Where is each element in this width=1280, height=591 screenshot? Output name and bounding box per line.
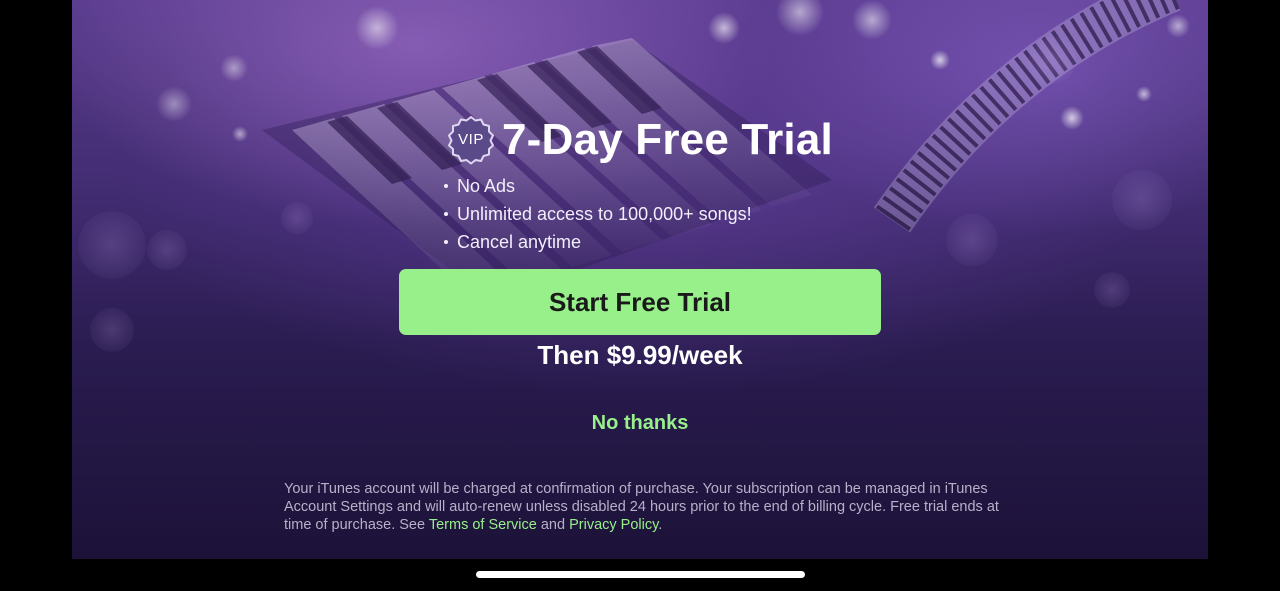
start-free-trial-button[interactable]: Start Free Trial [399,269,881,335]
price-text: Then $9.99/week [537,340,743,370]
legal-and-text: and [540,517,566,533]
privacy-policy-link[interactable]: Privacy Policy [569,517,658,533]
paywall-content: VIP 7-Day Free Trial No Ads Unlimited ac… [72,0,1208,559]
feature-item: Cancel anytime [442,228,752,256]
feature-text: Unlimited access to 100,000+ songs! [457,204,752,224]
title-row: VIP 7-Day Free Trial [446,114,833,166]
vip-badge-label: VIP [458,131,484,148]
no-thanks-button[interactable]: No thanks [559,408,721,438]
feature-text: Cancel anytime [457,232,582,252]
bullet-icon [444,212,448,216]
page-title: 7-Day Free Trial [502,115,833,164]
vip-badge-icon: VIP [446,115,496,165]
feature-item: Unlimited access to 100,000+ songs! [442,200,752,228]
bullet-icon [444,240,448,244]
feature-item: No Ads [442,172,752,200]
feature-text: No Ads [457,176,516,196]
home-indicator[interactable] [476,571,805,578]
terms-of-service-link[interactable]: Terms of Service [429,517,537,533]
feature-list: No Ads Unlimited access to 100,000+ song… [442,172,752,256]
bullet-icon [444,184,448,188]
paywall-screen: VIP 7-Day Free Trial No Ads Unlimited ac… [72,0,1208,559]
legal-disclaimer: Your iTunes account will be charged at c… [284,480,1004,534]
legal-end-text: . [658,517,663,533]
